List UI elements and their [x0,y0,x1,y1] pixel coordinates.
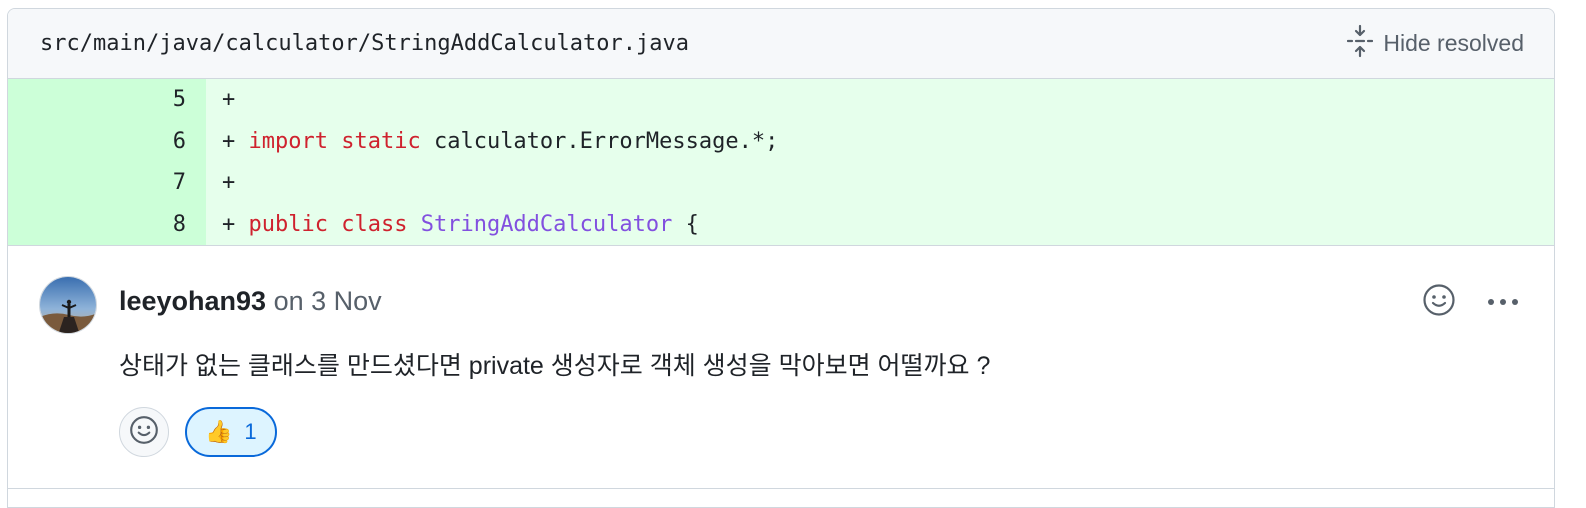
kebab-horizontal-icon[interactable] [1486,294,1520,312]
diff-line: 8 + public class StringAddCalculator { [8,203,1554,246]
divider [8,488,1554,489]
comment-date[interactable]: on 3 Nov [274,286,382,316]
code-token: calculator.ErrorMessage.*; [420,128,779,154]
comment-actions [1422,283,1520,322]
smiley-icon[interactable] [1422,283,1456,322]
code-token: static [341,128,421,154]
file-path[interactable]: src/main/java/calculator/StringAddCalcul… [40,31,689,56]
code-line: + [206,79,1554,121]
code-token: import [248,128,328,154]
code-token: + [222,211,249,237]
line-number[interactable]: 7 [8,162,206,204]
diff-hunk: 5 +6 + import static calculator.ErrorMessa… [8,79,1554,245]
code-line: + import static calculator.ErrorMessage.… [206,121,1554,163]
reactions-bar: 👍 1 [119,407,277,457]
code-line: + public class StringAddCalculator { [206,204,1554,246]
line-number[interactable]: 8 [8,203,206,245]
code-token: + [222,170,236,196]
code-token: public [248,211,328,237]
diff-line: 5 + [8,79,1554,121]
avatar[interactable] [39,276,97,334]
reaction-count: 1 [244,419,257,444]
author-name[interactable]: leeyohan93 [119,286,266,316]
review-thread-panel: src/main/java/calculator/StringAddCalcul… [7,8,1555,508]
code-token: + [222,87,236,113]
code-token: StringAddCalculator [420,211,673,237]
add-reaction-button[interactable] [119,407,169,457]
smiley-icon [129,415,159,450]
code-token: + [222,128,249,154]
comment-body: 상태가 없는 클래스를 만드셨다면 private 생성자로 객체 생성을 막아… [119,352,991,380]
hide-resolved-button[interactable]: Hide resolved [1347,24,1524,64]
file-header: src/main/java/calculator/StringAddCalcul… [8,9,1554,79]
thumbs-up-icon: 👍 [205,419,233,444]
comment-header: leeyohan93 on 3 Nov [119,286,382,317]
review-comment: leeyohan93 on 3 Nov 상태가 없는 클래스를 만드셨다면 pr… [8,245,1554,490]
line-number[interactable]: 5 [8,79,206,121]
line-number[interactable]: 6 [8,120,206,162]
code-line: + [206,162,1554,204]
fold-icon [1347,24,1374,64]
hide-resolved-label: Hide resolved [1383,30,1524,56]
diff-line: 6 + import static calculator.ErrorMessage… [8,120,1554,163]
code-token: class [341,211,408,237]
diff-line: 7 + [8,162,1554,204]
thumbs-up-reaction-button[interactable]: 👍 1 [185,407,277,457]
code-token: { [672,211,699,237]
